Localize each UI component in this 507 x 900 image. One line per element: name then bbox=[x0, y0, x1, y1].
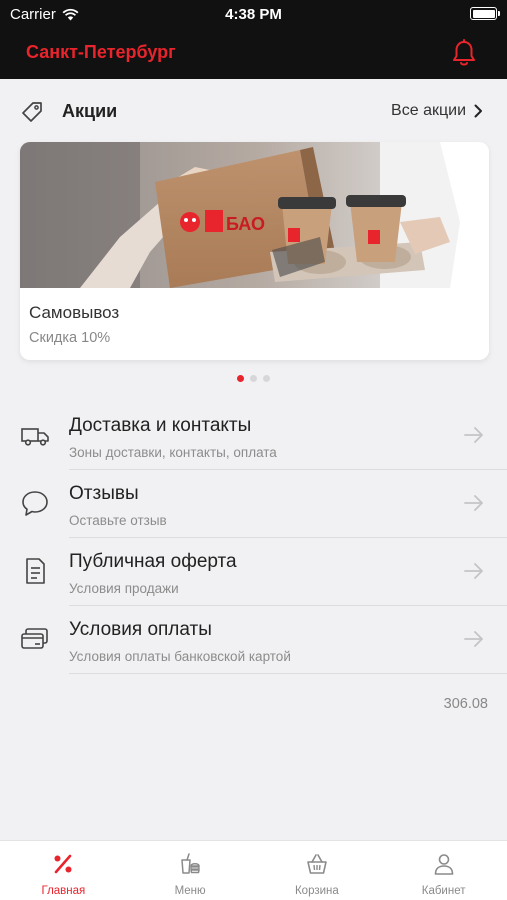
promotion-description: Скидка 10% bbox=[29, 330, 111, 346]
chevron-right-icon bbox=[474, 104, 482, 118]
pager-dot[interactable] bbox=[250, 375, 257, 382]
chat-bubble-icon bbox=[22, 491, 48, 516]
divider bbox=[69, 673, 507, 674]
arrow-right-icon bbox=[464, 631, 483, 647]
percent-icon bbox=[54, 854, 72, 874]
status-time: 4:38 PM bbox=[225, 6, 282, 23]
promotion-image: БАО bbox=[20, 142, 489, 288]
menu-item-title: Отзывы bbox=[69, 483, 139, 504]
all-promotions-link[interactable]: Все акции bbox=[391, 102, 483, 120]
tab-account[interactable]: Кабинет bbox=[380, 841, 507, 900]
menu-item-title: Публичная оферта bbox=[69, 551, 237, 572]
user-icon bbox=[434, 854, 453, 875]
arrow-right-icon bbox=[464, 563, 483, 579]
pager-dot[interactable] bbox=[237, 375, 244, 382]
promotions-title: Акции bbox=[62, 101, 118, 121]
tab-cart[interactable]: Корзина bbox=[254, 841, 381, 900]
food-menu-icon bbox=[181, 853, 200, 874]
tab-label: Кабинет bbox=[421, 885, 466, 897]
pager-dot[interactable] bbox=[263, 375, 270, 382]
tab-label: Главная bbox=[41, 885, 86, 897]
menu-item-subtitle: Условия оплаты банковской картой bbox=[69, 649, 291, 664]
menu-item-public-offer[interactable]: Публичная оферта Условия продажи bbox=[0, 538, 507, 606]
arrow-right-icon bbox=[464, 495, 483, 511]
all-promotions-label: Все акции bbox=[391, 102, 466, 119]
promotion-name: Самовывоз bbox=[29, 303, 120, 322]
tab-home[interactable]: Главная bbox=[0, 841, 127, 900]
promotion-card[interactable]: БАО Самовывоз Скидка 10% bbox=[20, 142, 489, 360]
tag-icon bbox=[22, 102, 42, 122]
menu-item-subtitle: Условия продажи bbox=[69, 581, 179, 596]
svg-text:БАО: БАО bbox=[226, 214, 265, 234]
carousel-pager bbox=[0, 375, 507, 382]
truck-icon bbox=[21, 428, 49, 446]
notification-bell-icon[interactable] bbox=[451, 39, 477, 67]
menu-item-title: Условия оплаты bbox=[69, 619, 212, 640]
menu-item-subtitle: Зоны доставки, контакты, оплата bbox=[69, 445, 277, 460]
status-bar: Carrier 4:38 PM bbox=[0, 0, 507, 28]
promotions-header: Акции Все акции bbox=[0, 92, 507, 130]
app-header: Carrier 4:38 PM Санкт-Петербург bbox=[0, 0, 507, 79]
app-version: 306.08 bbox=[443, 696, 488, 712]
menu-item-payment-terms[interactable]: Условия оплаты Условия оплаты банковской… bbox=[0, 606, 507, 674]
tab-menu[interactable]: Меню bbox=[127, 841, 254, 900]
arrow-right-icon bbox=[464, 427, 483, 443]
tab-label: Корзина bbox=[294, 885, 339, 897]
city-selector[interactable]: Санкт-Петербург bbox=[26, 42, 176, 63]
menu-item-title: Доставка и контакты bbox=[69, 415, 252, 436]
credit-cards-icon bbox=[21, 628, 48, 649]
tab-bar: Главная Меню Корзина Кабинет bbox=[0, 840, 507, 900]
menu-item-subtitle: Оставьте отзыв bbox=[69, 513, 167, 528]
document-icon bbox=[26, 558, 45, 584]
tab-label: Меню bbox=[174, 885, 206, 897]
basket-icon bbox=[307, 854, 327, 874]
battery-icon bbox=[470, 7, 500, 20]
menu-item-reviews[interactable]: Отзывы Оставьте отзыв bbox=[0, 470, 507, 538]
menu-item-delivery[interactable]: Доставка и контакты Зоны доставки, конта… bbox=[0, 402, 507, 470]
